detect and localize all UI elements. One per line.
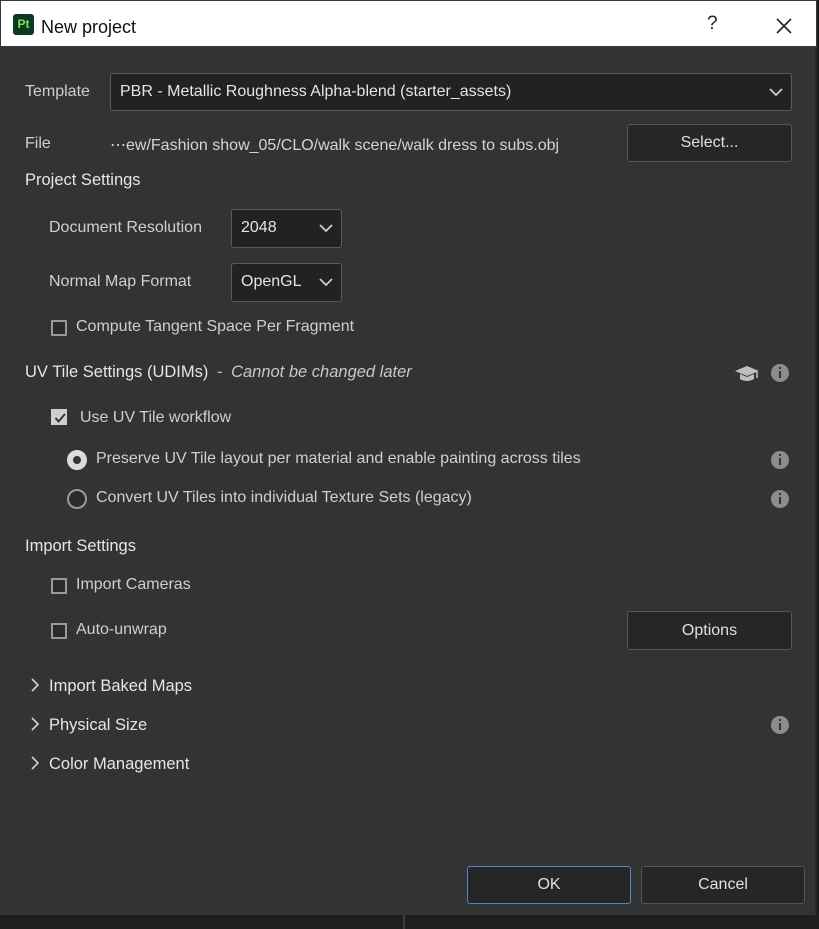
project-settings-header: Project Settings xyxy=(25,171,141,189)
file-label: File xyxy=(25,135,51,152)
use-uv-tile-label: Use UV Tile workflow xyxy=(80,409,232,426)
tangent-label: Compute Tangent Space Per Fragment xyxy=(76,318,355,335)
chevron-right-icon xyxy=(31,717,40,731)
section-label: Color Management xyxy=(49,755,190,773)
info-icon[interactable] xyxy=(771,364,789,382)
template-dropdown[interactable]: PBR - Metallic Roughness Alpha-blend (st… xyxy=(110,73,792,111)
auto-unwrap-label: Auto-unwrap xyxy=(76,621,167,638)
checkmark-icon xyxy=(54,413,66,424)
use-uv-tile-checkbox[interactable] xyxy=(51,409,67,425)
uv-tile-dash: - xyxy=(216,363,223,381)
resolution-dropdown[interactable]: 2048 xyxy=(231,209,342,248)
section-label: Import Baked Maps xyxy=(49,677,193,695)
chevron-right-icon xyxy=(31,756,40,770)
import-settings-header: Import Settings xyxy=(25,537,136,555)
chevron-down-icon xyxy=(319,224,333,233)
info-icon[interactable] xyxy=(771,490,789,508)
file-path: ⋯ew/Fashion show_05/CLO/walk scene/walk … xyxy=(110,137,560,154)
template-label: Template xyxy=(25,83,90,100)
window-title: New project xyxy=(41,17,137,37)
select-file-button[interactable]: Select... xyxy=(627,124,792,162)
resolution-label: Document Resolution xyxy=(49,219,202,236)
chevron-down-icon xyxy=(769,88,783,97)
graduation-cap-icon[interactable] xyxy=(734,364,760,384)
close-button[interactable] xyxy=(773,15,795,37)
close-icon xyxy=(776,18,792,34)
auto-unwrap-checkbox[interactable] xyxy=(51,623,67,639)
normal-map-dropdown[interactable]: OpenGL xyxy=(231,263,342,302)
template-value: PBR - Metallic Roughness Alpha-blend (st… xyxy=(120,83,512,100)
preserve-uv-tile-radio[interactable] xyxy=(67,450,87,470)
uv-tile-note: Cannot be changed later xyxy=(231,363,412,381)
preserve-uv-tile-label: Preserve UV Tile layout per material and… xyxy=(96,450,581,467)
help-button[interactable]: ? xyxy=(707,13,718,35)
background-strip xyxy=(0,915,819,929)
normal-map-value: OpenGL xyxy=(241,273,302,290)
import-cameras-label: Import Cameras xyxy=(76,576,191,593)
convert-uv-tiles-label: Convert UV Tiles into individual Texture… xyxy=(96,489,472,506)
unwrap-options-button[interactable]: Options xyxy=(627,611,792,650)
section-label: Physical Size xyxy=(49,716,148,734)
tangent-checkbox[interactable] xyxy=(51,320,67,336)
ok-button[interactable]: OK xyxy=(467,866,631,904)
convert-uv-tiles-radio[interactable] xyxy=(67,489,87,509)
chevron-right-icon xyxy=(31,678,40,692)
chevron-down-icon xyxy=(319,278,333,287)
info-icon[interactable] xyxy=(771,716,789,734)
divider xyxy=(403,915,405,929)
uv-tile-title: UV Tile Settings (UDIMs) xyxy=(25,363,209,381)
uv-tile-header: UV Tile Settings (UDIMs) - Cannot be cha… xyxy=(25,363,412,382)
cancel-button[interactable]: Cancel xyxy=(641,866,805,904)
dialog-body: Template PBR - Metallic Roughness Alpha-… xyxy=(0,47,817,915)
info-icon[interactable] xyxy=(771,451,789,469)
normal-map-label: Normal Map Format xyxy=(49,273,192,290)
import-cameras-checkbox[interactable] xyxy=(51,578,67,594)
resolution-value: 2048 xyxy=(241,219,277,236)
title-bar: Pt New project ? xyxy=(0,0,817,47)
app-icon: Pt xyxy=(13,14,34,35)
